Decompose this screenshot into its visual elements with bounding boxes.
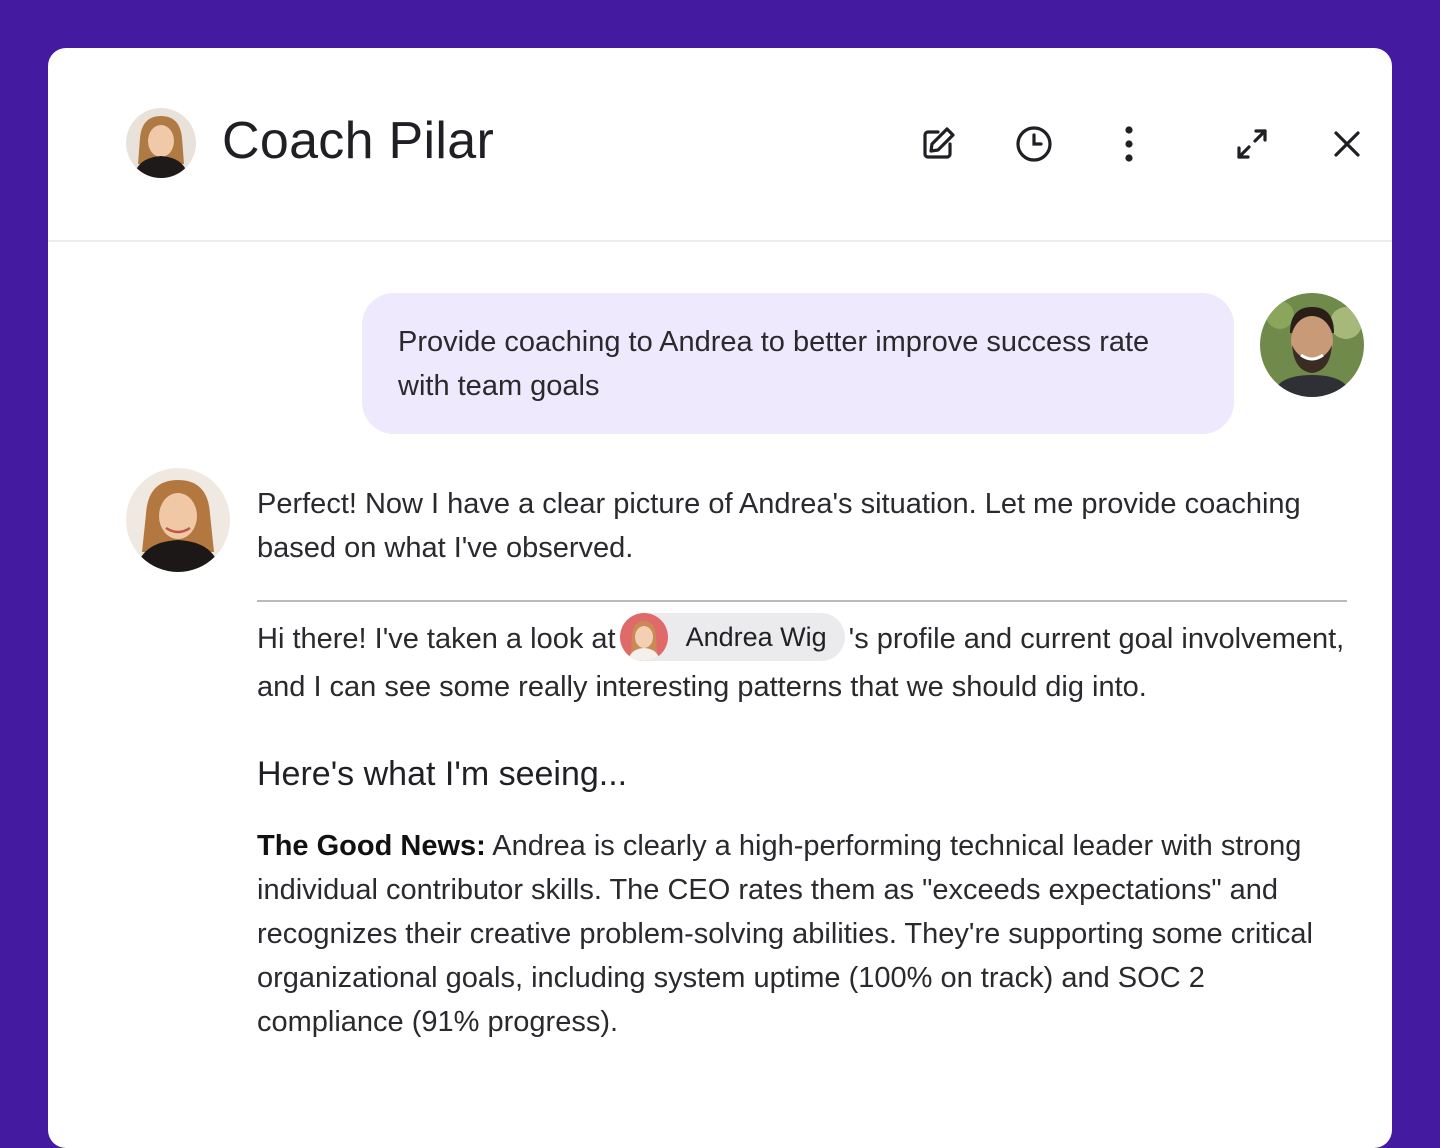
- mention-avatar: [619, 613, 668, 662]
- coach-intro-text: Perfect! Now I have a clear picture of A…: [257, 488, 1301, 564]
- good-news-paragraph: The Good News: Andrea is clearly a high-…: [257, 824, 1347, 1044]
- expand-icon[interactable]: [1226, 118, 1278, 170]
- coach-message-avatar: [126, 468, 230, 572]
- greeting-paragraph: Hi there! I've taken a look at Andrea Wig…: [257, 613, 1347, 710]
- history-icon[interactable]: [1008, 118, 1060, 170]
- section-heading: Here's what I'm seeing...: [257, 755, 628, 794]
- greeting-text-before: Hi there! I've taken a look at: [257, 623, 616, 655]
- reply-divider: [257, 600, 1347, 602]
- user-avatar: [1260, 293, 1364, 397]
- user-message-bubble: Provide coaching to Andrea to better imp…: [362, 293, 1234, 434]
- mention-name: Andrea Wig: [685, 622, 827, 653]
- coach-avatar: [126, 108, 196, 178]
- close-icon[interactable]: [1321, 118, 1373, 170]
- coach-reply: Perfect! Now I have a clear picture of A…: [257, 482, 1347, 1044]
- chat-thread: Provide coaching to Andrea to better imp…: [48, 242, 1392, 1142]
- chat-title: Coach Pilar: [222, 112, 495, 170]
- edit-icon[interactable]: [912, 118, 964, 170]
- good-news-label: The Good News:: [257, 830, 486, 863]
- coach-chat-panel: Coach Pilar Provide coaching to Andrea t…: [48, 48, 1392, 1148]
- more-vertical-icon[interactable]: [1103, 118, 1155, 170]
- mention-chip-andrea[interactable]: Andrea Wig: [619, 613, 845, 662]
- chat-header: Coach Pilar: [48, 48, 1392, 242]
